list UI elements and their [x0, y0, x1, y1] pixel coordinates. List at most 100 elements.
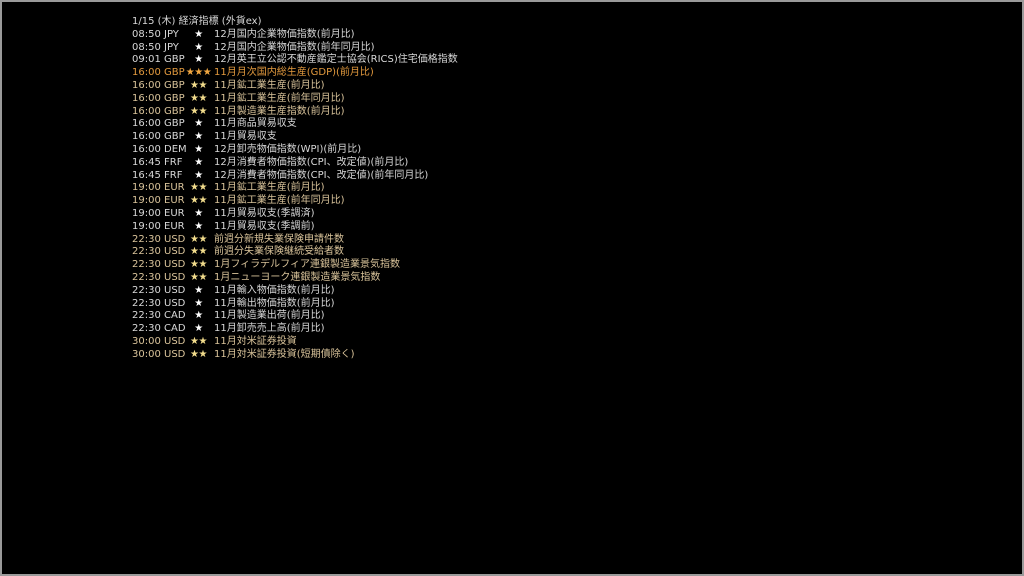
event-title: 11月対米証券投資	[214, 335, 297, 347]
event-title: 11月鉱工業生産(前年同月比)	[214, 92, 345, 104]
event-row: 22:30 USD ★★ 1月フィラデルフィア連銀製造業景気指数	[132, 259, 832, 272]
event-row: 30:00 USD ★★ 11月対米証券投資	[132, 336, 832, 349]
event-time: 16:00	[132, 131, 161, 143]
event-currency: FRF	[164, 156, 183, 168]
event-time: 22:30	[132, 271, 161, 283]
event-time: 16:45	[132, 169, 161, 181]
event-row: 16:00 DEM ★ 12月卸売物価指数(WPI)(前月比)	[132, 144, 832, 157]
event-row: 22:30 USD ★★ 前週分失業保険継続受給者数	[132, 246, 832, 259]
event-time: 22:30	[132, 284, 161, 296]
event-time: 08:50	[132, 28, 161, 40]
importance-stars-icon: ★★	[190, 259, 207, 271]
event-time: 22:30	[132, 323, 161, 335]
importance-stars-icon: ★★	[190, 335, 207, 347]
event-currency: USD	[164, 246, 186, 258]
importance-stars-icon: ★★	[190, 79, 207, 91]
importance-stars-icon: ★★	[190, 195, 207, 207]
event-row: 22:30 USD ★★ 前週分新規失業保険申請件数	[132, 234, 832, 247]
event-title: 前週分新規失業保険申請件数	[214, 233, 344, 245]
event-time: 16:00	[132, 79, 161, 91]
event-row: 16:00 GBP ★ 11月貿易収支	[132, 131, 832, 144]
event-time: 22:30	[132, 259, 161, 271]
importance-stars-icon: ★★	[190, 182, 207, 194]
event-row: 22:30 USD ★★ 1月ニューヨーク連銀製造業景気指数	[132, 272, 832, 285]
event-currency: EUR	[164, 182, 185, 194]
event-row: 22:30 CAD ★ 11月製造業出荷(前月比)	[132, 310, 832, 323]
event-currency: USD	[164, 335, 186, 347]
importance-stars-icon: ★★★	[185, 67, 212, 79]
event-row: 19:00 EUR ★★ 11月鉱工業生産(前年同月比)	[132, 195, 832, 208]
event-currency: GBP	[164, 118, 185, 130]
event-time: 16:00	[132, 105, 161, 117]
importance-stars-icon: ★	[194, 54, 203, 66]
importance-stars-icon: ★★	[190, 233, 207, 245]
event-title: 11月対米証券投資(短期債除く)	[214, 348, 355, 360]
event-currency: USD	[164, 233, 186, 245]
importance-stars-icon: ★	[194, 297, 203, 309]
event-time: 19:00	[132, 207, 161, 219]
event-time: 09:01	[132, 54, 161, 66]
calendar-title: 1/15 (木) 経済指標 (外貨ex)	[132, 16, 262, 27]
importance-stars-icon: ★	[194, 143, 203, 155]
importance-stars-icon: ★★	[190, 92, 207, 104]
event-row: 16:00 GBP ★★ 11月鉱工業生産(前月比)	[132, 80, 832, 93]
importance-stars-icon: ★	[194, 323, 203, 335]
event-currency: USD	[164, 348, 186, 360]
event-title: 1月ニューヨーク連銀製造業景気指数	[214, 271, 381, 283]
event-time: 08:50	[132, 41, 161, 53]
event-currency: USD	[164, 271, 186, 283]
event-currency: EUR	[164, 207, 185, 219]
event-currency: EUR	[164, 195, 185, 207]
event-currency: USD	[164, 284, 186, 296]
event-title: 11月鉱工業生産(前年同月比)	[214, 195, 345, 207]
event-row: 16:45 FRF ★ 12月消費者物価指数(CPI、改定値)(前年同月比)	[132, 170, 832, 183]
event-time: 16:00	[132, 118, 161, 130]
screen-frame: 1/15 (木) 経済指標 (外貨ex) 08:50 JPY ★ 12月国内企業物価指…	[0, 0, 1024, 576]
event-time: 22:30	[132, 297, 161, 309]
event-row: 16:00 GBP ★ 11月商品貿易収支	[132, 118, 832, 131]
event-time: 16:00	[132, 67, 161, 79]
event-currency: GBP	[164, 105, 185, 117]
event-time: 22:30	[132, 246, 161, 258]
event-title: 1月フィラデルフィア連銀製造業景気指数	[214, 259, 400, 271]
event-title: 11月貿易収支	[214, 131, 277, 143]
event-currency: USD	[164, 259, 186, 271]
event-currency: CAD	[164, 310, 186, 322]
event-title: 12月国内企業物価指数(前月比)	[214, 28, 355, 40]
importance-stars-icon: ★	[194, 310, 203, 322]
importance-stars-icon: ★	[194, 284, 203, 296]
importance-stars-icon: ★★	[190, 271, 207, 283]
importance-stars-icon: ★	[194, 118, 203, 130]
importance-stars-icon: ★	[194, 28, 203, 40]
event-title: 11月貿易収支(季調済)	[214, 207, 315, 219]
event-row: 19:00 EUR ★ 11月貿易収支(季調済)	[132, 208, 832, 221]
event-row: 16:00 GBP ★★★ 11月月次国内総生産(GDP)(前月比)	[132, 67, 832, 80]
event-currency: FRF	[164, 169, 183, 181]
event-title: 11月製造業出荷(前月比)	[214, 310, 325, 322]
event-currency: GBP	[164, 54, 185, 66]
importance-stars-icon: ★	[194, 207, 203, 219]
event-row: 09:01 GBP ★ 12月英王立公認不動産鑑定士協会(RICS)住宅価格指数	[132, 54, 832, 67]
importance-stars-icon: ★★	[190, 105, 207, 117]
event-row: 22:30 CAD ★ 11月卸売売上高(前月比)	[132, 323, 832, 336]
importance-stars-icon: ★	[194, 41, 203, 53]
event-title: 前週分失業保険継続受給者数	[214, 246, 344, 258]
event-row: 30:00 USD ★★ 11月対米証券投資(短期債除く)	[132, 349, 832, 362]
event-title: 11月貿易収支(季調前)	[214, 220, 315, 232]
event-currency: GBP	[164, 79, 185, 91]
importance-stars-icon: ★★	[190, 348, 207, 360]
event-currency: USD	[164, 297, 186, 309]
event-row: 22:30 USD ★ 11月輸出物価指数(前月比)	[132, 298, 832, 311]
event-row: 19:00 EUR ★★ 11月鉱工業生産(前月比)	[132, 182, 832, 195]
event-title: 11月商品貿易収支	[214, 118, 297, 130]
event-currency: GBP	[164, 131, 185, 143]
event-title: 11月鉱工業生産(前月比)	[214, 79, 325, 91]
event-row: 19:00 EUR ★ 11月貿易収支(季調前)	[132, 221, 832, 234]
economic-calendar-panel: 1/15 (木) 経済指標 (外貨ex) 08:50 JPY ★ 12月国内企業物価指…	[132, 16, 832, 362]
event-time: 30:00	[132, 335, 161, 347]
event-title: 11月輸入物価指数(前月比)	[214, 284, 335, 296]
event-row: 08:50 JPY ★ 12月国内企業物価指数(前年同月比)	[132, 42, 832, 55]
event-title: 11月輸出物価指数(前月比)	[214, 297, 335, 309]
event-currency: EUR	[164, 220, 185, 232]
importance-stars-icon: ★★	[190, 246, 207, 258]
